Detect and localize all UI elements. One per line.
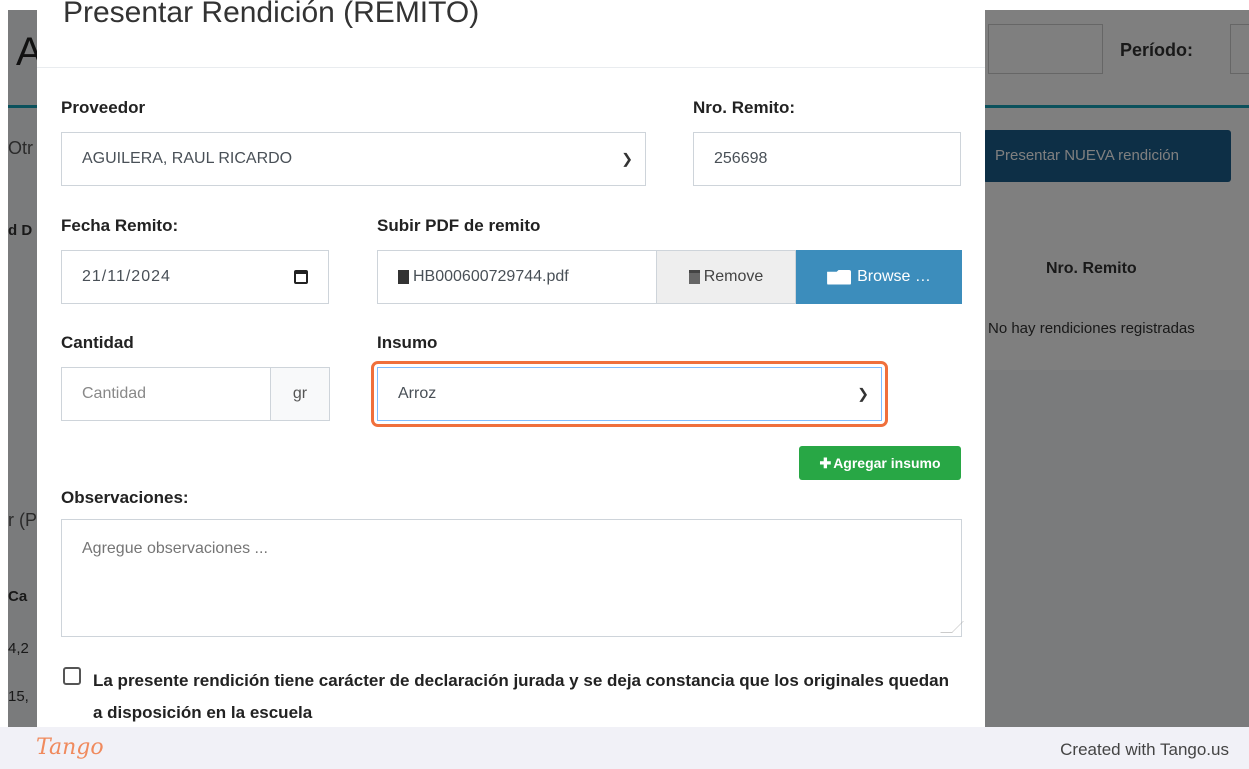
cantidad-placeholder: Cantidad: [82, 385, 147, 402]
insumo-select[interactable]: Arroz ❯: [377, 367, 882, 421]
chevron-down-icon: ❯: [621, 150, 633, 167]
created-with-text: Created with Tango.us: [1060, 740, 1229, 759]
file-name-display: HB000600729744.pdf: [377, 250, 657, 304]
unit-text: gr: [292, 385, 308, 402]
chevron-down-icon: ❯: [857, 385, 869, 402]
modal-header-divider: [37, 67, 985, 68]
declaracion-label: La presente rendición tiene carácter de …: [93, 671, 949, 722]
remove-file-button[interactable]: Remove: [656, 250, 796, 304]
agregar-button-label: Agregar insumo: [833, 455, 941, 471]
folder-open-icon: [827, 269, 852, 285]
agregar-insumo-button[interactable]: ✚ Agregar insumo: [799, 446, 961, 480]
declaracion-checkbox[interactable]: [63, 667, 81, 685]
unit-addon: gr: [270, 367, 330, 421]
tango-logo: Tango: [36, 735, 104, 760]
tango-footer: Tango Created with Tango.us: [0, 727, 1249, 769]
cantidad-label: Cantidad: [61, 333, 134, 352]
calendar-icon[interactable]: [294, 270, 308, 284]
fecha-remito-input[interactable]: 21/11/2024: [61, 250, 329, 304]
observaciones-textarea[interactable]: [61, 519, 962, 637]
file-icon: [398, 270, 409, 284]
browse-file-button[interactable]: Browse …: [796, 250, 962, 304]
subir-pdf-label: Subir PDF de remito: [377, 216, 541, 235]
nro-remito-label: Nro. Remito:: [693, 98, 795, 117]
proveedor-label: Proveedor: [61, 98, 146, 117]
remove-button-label: Remove: [703, 268, 764, 285]
proveedor-value: AGUILERA, RAUL RICARDO: [82, 150, 293, 167]
nro-remito-input[interactable]: 256698: [693, 132, 961, 186]
rendicion-modal: Presentar Rendición (REMITO) Proveedor A…: [37, 0, 985, 727]
insumo-label: Insumo: [377, 333, 438, 352]
plus-icon: ✚: [819, 454, 832, 471]
fecha-remito-label: Fecha Remito:: [61, 216, 179, 235]
browse-button-label: Browse …: [857, 268, 931, 285]
file-name-text: HB000600729744.pdf: [413, 268, 569, 285]
fecha-remito-value: 21/11/2024: [82, 268, 171, 285]
modal-title: Presentar Rendición (REMITO): [63, 0, 480, 29]
cantidad-input[interactable]: Cantidad: [61, 367, 271, 421]
proveedor-select[interactable]: AGUILERA, RAUL RICARDO ❯: [61, 132, 646, 186]
trash-icon: [688, 270, 700, 284]
insumo-value: Arroz: [398, 385, 437, 402]
observaciones-label: Observaciones:: [61, 488, 189, 507]
nro-remito-value: 256698: [714, 150, 768, 167]
